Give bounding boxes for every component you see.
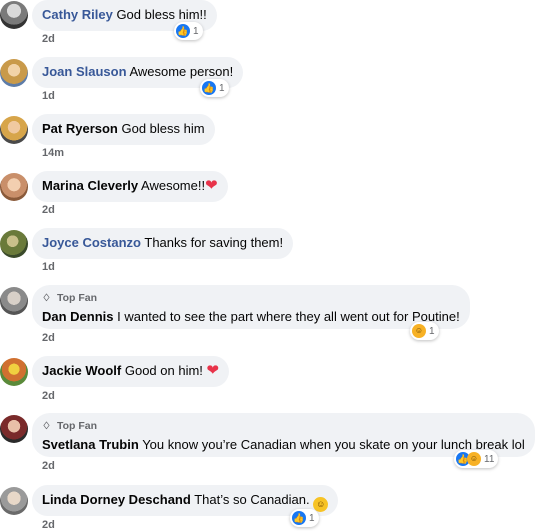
- diamond-icon: ♢: [42, 421, 51, 432]
- reaction-count: 1: [219, 82, 225, 94]
- like-icon: 👍: [176, 24, 190, 38]
- avatar[interactable]: [0, 415, 28, 443]
- top-fan-badge: ♢ Top Fan: [42, 291, 460, 306]
- reaction-summary[interactable]: 👍 1: [290, 509, 319, 527]
- reaction-summary[interactable]: ☺ 1: [410, 322, 439, 340]
- avatar[interactable]: [0, 287, 28, 315]
- comment-text: Awesome person!: [129, 64, 234, 79]
- avatar[interactable]: [0, 116, 28, 144]
- avatar[interactable]: [0, 59, 28, 87]
- commenter-name[interactable]: Svetlana Trubin: [42, 437, 139, 452]
- reaction-count: 11: [484, 453, 495, 465]
- commenter-name[interactable]: Linda Dorney Deschand: [42, 492, 191, 507]
- commenter-name[interactable]: Jackie Woolf: [42, 363, 121, 378]
- comment-bubble: Pat Ryerson God bless him: [32, 114, 215, 145]
- comment-timestamp[interactable]: 1d: [42, 261, 55, 273]
- reaction-count: 1: [429, 325, 435, 337]
- comment-timestamp[interactable]: 2d: [42, 519, 55, 531]
- comment-timestamp[interactable]: 2d: [42, 204, 55, 216]
- comment-bubble: Marina Cleverly Awesome!!❤: [32, 171, 228, 202]
- commenter-name[interactable]: Dan Dennis: [42, 309, 114, 324]
- commenter-name[interactable]: Joyce Costanzo: [42, 235, 141, 250]
- comment-timestamp[interactable]: 2d: [42, 460, 55, 472]
- like-icon: 👍: [202, 81, 216, 95]
- comment-text: Thanks for saving them!: [144, 235, 284, 250]
- avatar[interactable]: [0, 1, 28, 29]
- avatar[interactable]: [0, 358, 28, 386]
- reaction-summary[interactable]: 👍 1: [200, 79, 229, 97]
- avatar[interactable]: [0, 230, 28, 258]
- comment-bubble: Jackie Woolf Good on him! ❤: [32, 356, 230, 387]
- comment-bubble: ♢ Top Fan Dan Dennis I wanted to see the …: [32, 285, 470, 329]
- haha-icon: ☺: [467, 452, 481, 466]
- reaction-count: 1: [193, 25, 199, 37]
- comment-text: Good on him!: [124, 363, 203, 378]
- comment-text: I wanted to see the part where they all …: [117, 309, 460, 324]
- heart-emoji: ❤: [205, 177, 218, 194]
- reaction-count: 1: [309, 512, 315, 524]
- comment-timestamp[interactable]: 2d: [42, 33, 55, 45]
- comment-timestamp[interactable]: 2d: [42, 390, 55, 402]
- reaction-summary[interactable]: 👍 1: [174, 22, 203, 40]
- comment-text: That’s so Canadian.: [194, 492, 310, 507]
- comment-timestamp[interactable]: 14m: [42, 147, 64, 159]
- comment-text: God bless him!!: [116, 7, 207, 22]
- avatar[interactable]: [0, 173, 28, 201]
- top-fan-badge: ♢ Top Fan: [42, 419, 525, 434]
- commenter-name[interactable]: Cathy Riley: [42, 7, 113, 22]
- haha-icon: ☺: [412, 324, 426, 338]
- comment-timestamp[interactable]: 1d: [42, 90, 55, 102]
- badge-label: Top Fan: [57, 292, 98, 304]
- commenter-name[interactable]: Marina Cleverly: [42, 178, 138, 193]
- commenter-name[interactable]: Pat Ryerson: [42, 121, 118, 136]
- badge-label: Top Fan: [57, 420, 98, 432]
- comment-text: Awesome!!: [141, 178, 206, 193]
- heart-emoji: ❤: [206, 362, 220, 379]
- diamond-icon: ♢: [42, 293, 51, 304]
- avatar[interactable]: [0, 487, 28, 515]
- comment-bubble: Joyce Costanzo Thanks for saving them!: [32, 228, 294, 259]
- commenter-name[interactable]: Joan Slauson: [42, 64, 127, 79]
- comment-text: God bless him: [121, 121, 205, 136]
- reaction-summary[interactable]: 👍 ☺ 11: [454, 450, 499, 468]
- comment-timestamp[interactable]: 2d: [42, 332, 55, 344]
- laughing-emoji: ☺: [313, 497, 329, 512]
